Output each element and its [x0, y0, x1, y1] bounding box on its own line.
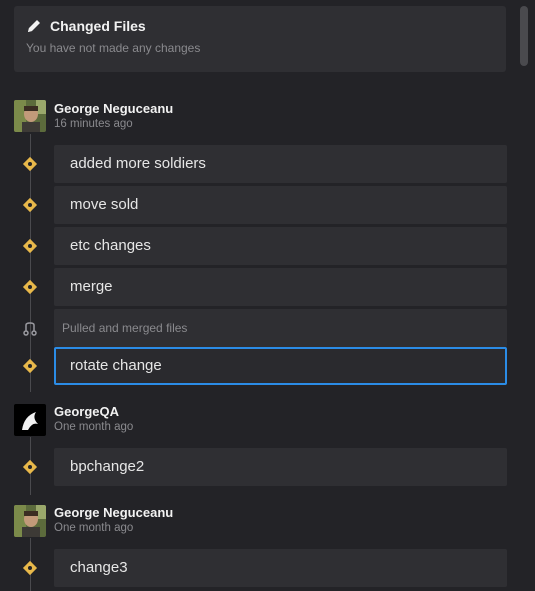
commit-item[interactable]: move sold — [54, 186, 507, 224]
pencil-icon — [28, 20, 40, 32]
commit-item[interactable]: etc changes — [54, 227, 507, 265]
scrollbar-thumb[interactable] — [520, 6, 528, 66]
git-commit-icon — [22, 156, 38, 172]
timeline-line — [30, 134, 31, 392]
commit-item[interactable]: bpchange2 — [54, 448, 507, 486]
author-time: One month ago — [54, 522, 134, 534]
author-name: GeorgeQA — [54, 404, 120, 419]
git-commit-icon — [22, 197, 38, 213]
author-time: 16 minutes ago — [54, 118, 133, 130]
author-time: One month ago — [54, 421, 134, 433]
changed-files-panel[interactable]: Changed Files You have not made any chan… — [14, 6, 506, 72]
avatar — [14, 100, 46, 132]
git-commit-icon — [22, 560, 38, 576]
git-commit-icon — [22, 358, 38, 374]
git-commit-icon — [22, 459, 38, 475]
author-name: George Neguceanu — [54, 101, 174, 116]
avatar — [14, 505, 46, 537]
merge-item[interactable]: Pulled and merged files — [54, 309, 507, 347]
commit-item[interactable]: merge — [54, 268, 507, 306]
commit-item[interactable]: change3 — [54, 549, 507, 587]
commit-item-selected[interactable]: rotate change — [54, 347, 507, 385]
avatar — [14, 404, 46, 436]
git-commit-icon — [22, 279, 38, 295]
git-commit-icon — [22, 238, 38, 254]
commit-item[interactable]: added more soldiers — [54, 145, 507, 183]
git-merge-icon — [23, 322, 37, 336]
changed-files-subtitle: You have not made any changes — [26, 41, 201, 55]
author-name: George Neguceanu — [54, 505, 174, 520]
changed-files-title: Changed Files — [50, 18, 146, 34]
